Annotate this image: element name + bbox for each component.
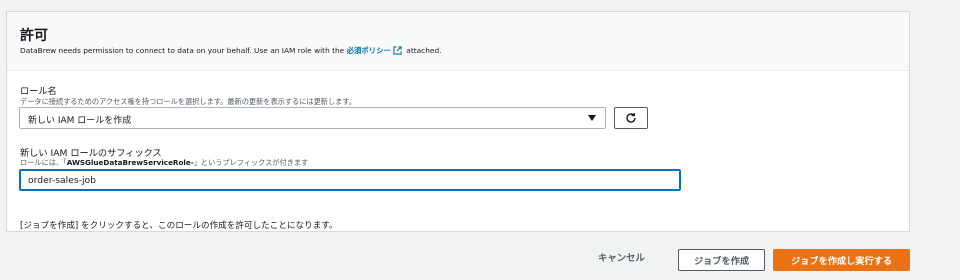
hint-prefix: ロールには、「 [20, 158, 67, 167]
panel-header: 許可 DataBrew needs permission to connect … [7, 12, 909, 71]
role-name-label: ロール名 [20, 86, 57, 97]
role-suffix-hint: ロールには、「AWSGlueDataBrewServiceRole-」というプレ… [20, 158, 308, 168]
required-policy-link[interactable]: 必須ポリシー [347, 46, 391, 55]
description-suffix: attached. [403, 46, 442, 55]
cancel-button[interactable]: キャンセル [598, 250, 645, 264]
role-select[interactable]: 新しい IAM ロールを作成 [19, 107, 606, 129]
caret-down-icon [588, 115, 596, 121]
create-notice: [ジョブを作成] をクリックすると、このロールの作成を許可したことになります。 [20, 221, 338, 231]
description-prefix: DataBrew needs permission to connect to … [20, 46, 347, 55]
hint-suffix: 」というプレフィックスが付きます [193, 158, 309, 167]
create-job-button[interactable]: ジョブを作成 [678, 249, 765, 271]
role-select-value: 新しい IAM ロールを作成 [28, 116, 132, 126]
hint-prefix-value: AWSGlueDataBrewServiceRole- [66, 158, 194, 167]
refresh-icon [625, 109, 637, 128]
external-link-icon[interactable] [393, 46, 402, 57]
panel-title: 許可 [20, 28, 48, 44]
role-suffix-label: 新しい IAM ロールのサフィックス [20, 148, 162, 159]
panel-description: DataBrew needs permission to connect to … [20, 45, 442, 57]
role-name-hint: データに接続するためのアクセス権を持つロールを選択します。最新の更新を表示するに… [20, 97, 357, 106]
role-suffix-input[interactable] [19, 169, 681, 191]
create-and-run-job-button[interactable]: ジョブを作成し実行する [773, 249, 910, 271]
refresh-button[interactable] [614, 107, 648, 129]
